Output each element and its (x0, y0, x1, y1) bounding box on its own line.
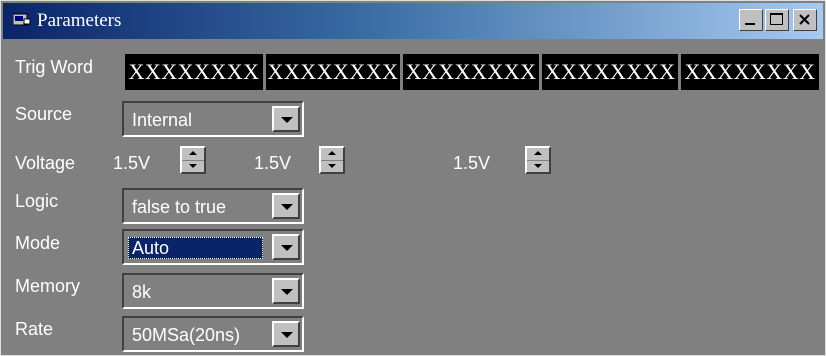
maximize-button[interactable] (765, 9, 789, 31)
parameters-window: Parameters Trig Word XXXXXXXX XXXXXXXX X… (0, 0, 826, 356)
trig-word-label: Trig Word (15, 57, 94, 77)
spin-down-arrow-icon[interactable] (321, 160, 343, 172)
voltage-spinner-3[interactable] (525, 146, 551, 174)
memory-value: 8k (132, 282, 152, 302)
window-icon (12, 13, 31, 27)
logic-label: Logic (15, 191, 59, 211)
source-select[interactable]: Internal (122, 101, 304, 137)
rate-select[interactable]: 50MSa(20ns) (122, 316, 304, 352)
voltage-spinner-2[interactable] (319, 146, 345, 174)
rate-label: Rate (15, 319, 54, 339)
trig-word-field-3[interactable]: XXXXXXXX (403, 54, 539, 90)
rate-value: 50MSa(20ns) (132, 325, 241, 345)
voltage-label: Voltage (15, 153, 76, 173)
spin-down-arrow-icon[interactable] (182, 160, 204, 172)
logic-select[interactable]: false to true (122, 188, 304, 224)
rate-dropdown-arrow-icon[interactable] (272, 321, 300, 347)
voltage-spinner-1[interactable] (180, 146, 206, 174)
mode-value: Auto (128, 237, 263, 259)
memory-label: Memory (15, 276, 81, 296)
mode-dropdown-arrow-icon[interactable] (272, 234, 300, 260)
minimize-button[interactable] (739, 9, 763, 31)
memory-dropdown-arrow-icon[interactable] (272, 278, 300, 304)
memory-select[interactable]: 8k (122, 273, 304, 309)
trig-word-field-5[interactable]: XXXXXXXX (681, 54, 819, 90)
source-label: Source (15, 104, 73, 124)
mode-label: Mode (15, 233, 61, 253)
close-icon (799, 14, 810, 25)
logic-dropdown-arrow-icon[interactable] (272, 193, 300, 219)
source-value: Internal (132, 110, 193, 130)
source-dropdown-arrow-icon[interactable] (272, 106, 300, 132)
trig-word-field-1[interactable]: XXXXXXXX (125, 54, 263, 90)
minimize-icon (745, 23, 755, 25)
title-bar[interactable]: Parameters (3, 3, 823, 39)
trig-word-field-4[interactable]: XXXXXXXX (542, 54, 678, 90)
spin-down-arrow-icon[interactable] (527, 160, 549, 172)
maximize-icon (770, 13, 783, 25)
trig-word-field-2[interactable]: XXXXXXXX (266, 54, 400, 90)
voltage-value-1: 1.5V (113, 153, 151, 173)
voltage-value-2: 1.5V (254, 153, 292, 173)
mode-select[interactable]: Auto (122, 229, 304, 265)
window-title: Parameters (37, 10, 122, 31)
close-button[interactable] (793, 9, 817, 31)
voltage-value-3: 1.5V (453, 153, 491, 173)
logic-value: false to true (132, 197, 227, 217)
